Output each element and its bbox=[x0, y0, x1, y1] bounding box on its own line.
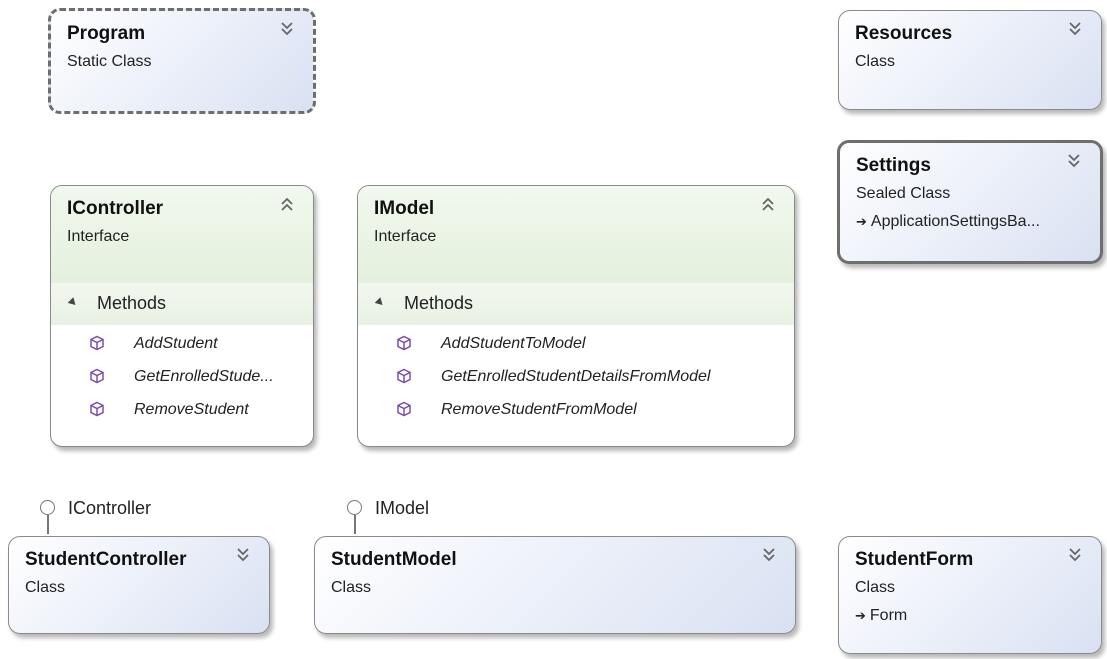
interface-kind: Interface bbox=[67, 228, 130, 245]
class-kind: Sealed Class bbox=[856, 185, 951, 202]
method-icon bbox=[396, 401, 412, 417]
method-icon bbox=[396, 368, 412, 384]
section-expand-triangle-icon[interactable] bbox=[67, 297, 79, 308]
inherits-arrow-icon: ➔ bbox=[855, 608, 866, 623]
class-shape-program[interactable]: Program Static Class bbox=[48, 8, 316, 114]
class-name: Settings bbox=[856, 155, 931, 176]
interface-name: IController bbox=[67, 198, 164, 219]
base-type: ➔ Form bbox=[855, 607, 908, 624]
interface-header: IController Interface bbox=[51, 186, 313, 282]
method-item[interactable]: GetEnrolledStudentDetailsFromModel bbox=[358, 362, 794, 395]
expand-chevron-icon[interactable] bbox=[1067, 547, 1083, 563]
expand-chevron-icon[interactable] bbox=[1066, 153, 1082, 169]
method-item[interactable]: RemoveStudent bbox=[51, 395, 313, 428]
method-icon bbox=[89, 401, 105, 417]
class-name: StudentModel bbox=[331, 549, 457, 570]
method-item[interactable]: AddStudent bbox=[51, 329, 313, 362]
class-kind: Class bbox=[331, 579, 372, 596]
expand-chevron-icon[interactable] bbox=[761, 547, 777, 563]
methods-section-header[interactable]: Methods bbox=[358, 282, 794, 325]
method-item[interactable]: GetEnrolledStude... bbox=[51, 362, 313, 395]
expand-chevron-icon[interactable] bbox=[1067, 21, 1083, 37]
collapse-chevron-icon[interactable] bbox=[760, 196, 776, 212]
expand-chevron-icon[interactable] bbox=[279, 21, 295, 37]
method-icon bbox=[396, 335, 412, 351]
interface-lollipop-icontroller: IController bbox=[40, 498, 200, 536]
method-item[interactable]: AddStudentToModel bbox=[358, 329, 794, 362]
section-expand-triangle-icon[interactable] bbox=[374, 297, 386, 308]
interface-shape-icontroller[interactable]: IController Interface Methods AddStudent… bbox=[50, 185, 314, 447]
base-type: ➔ ApplicationSettingsBa... bbox=[856, 213, 1040, 230]
interface-shape-imodel[interactable]: IModel Interface Methods AddStudentToMod… bbox=[357, 185, 795, 447]
interface-name: IModel bbox=[374, 198, 435, 219]
class-shape-studentmodel[interactable]: StudentModel Class bbox=[314, 536, 796, 634]
interface-kind: Interface bbox=[374, 228, 437, 245]
interface-header: IModel Interface bbox=[358, 186, 794, 282]
class-kind: Class bbox=[855, 53, 896, 70]
class-shape-settings[interactable]: Settings Sealed Class ➔ ApplicationSettin… bbox=[837, 140, 1103, 264]
class-name: Resources bbox=[855, 23, 953, 44]
method-item[interactable]: RemoveStudentFromModel bbox=[358, 395, 794, 428]
method-icon bbox=[89, 335, 105, 351]
class-kind: Static Class bbox=[67, 53, 152, 70]
class-kind: Class bbox=[25, 579, 66, 596]
class-shape-studentform[interactable]: StudentForm Class ➔ Form bbox=[838, 536, 1102, 654]
interface-lollipop-icon bbox=[347, 500, 362, 515]
methods-section-header[interactable]: Methods bbox=[51, 282, 313, 325]
implemented-interface-label: IModel bbox=[375, 498, 430, 518]
collapse-chevron-icon[interactable] bbox=[279, 196, 295, 212]
interface-lollipop-imodel: IModel bbox=[347, 498, 487, 536]
class-shape-resources[interactable]: Resources Class bbox=[838, 10, 1102, 110]
class-name: Program bbox=[67, 23, 146, 44]
class-kind: Class bbox=[855, 579, 896, 596]
inherits-arrow-icon: ➔ bbox=[856, 214, 867, 229]
interface-lollipop-icon bbox=[40, 500, 55, 515]
expand-chevron-icon[interactable] bbox=[235, 547, 251, 563]
class-shape-studentcontroller[interactable]: StudentController Class bbox=[8, 536, 270, 634]
class-name: StudentForm bbox=[855, 549, 974, 570]
method-icon bbox=[89, 368, 105, 384]
implemented-interface-label: IController bbox=[68, 498, 152, 518]
class-name: StudentController bbox=[25, 549, 187, 570]
